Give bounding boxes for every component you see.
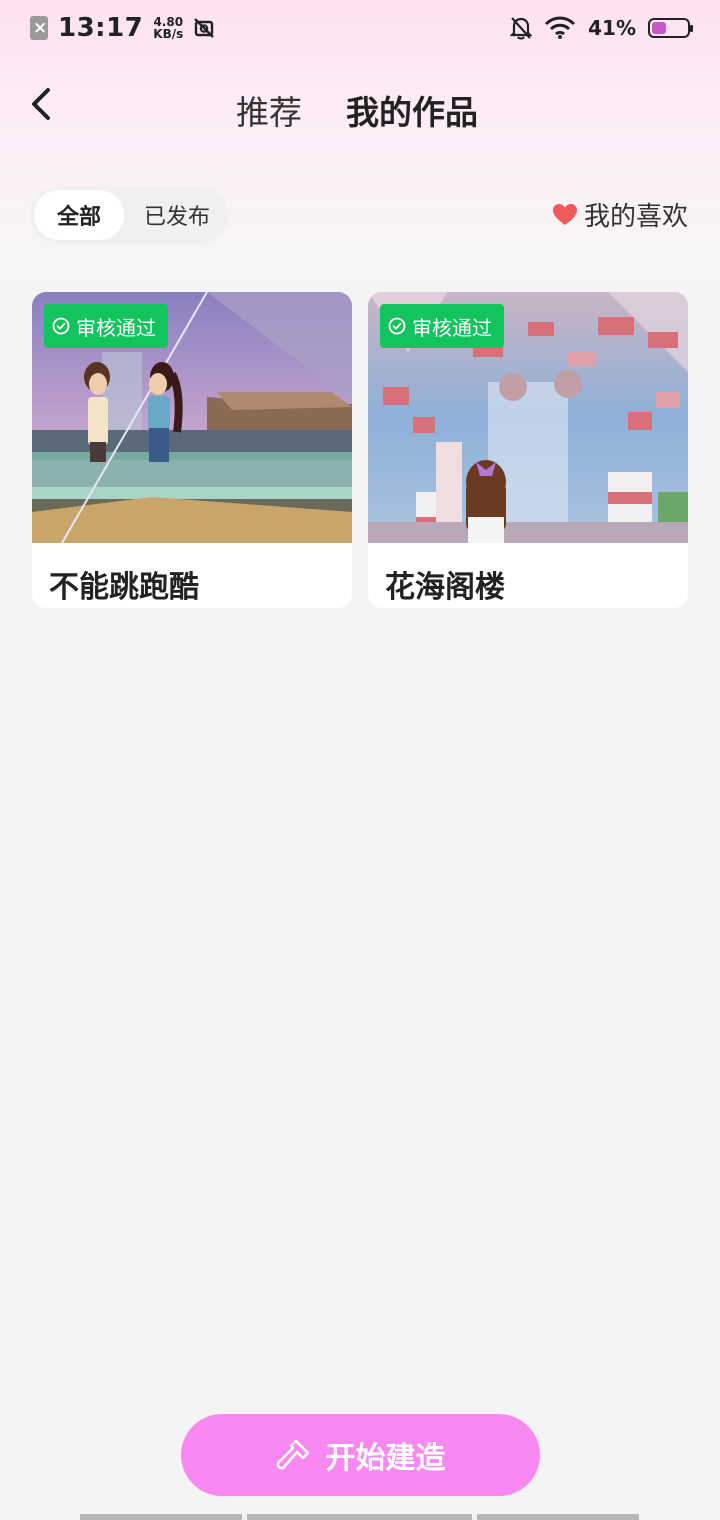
heart-icon — [552, 203, 577, 225]
work-card[interactable]: 审核通过 花海阁楼 — [368, 292, 688, 608]
network-speed: 4.80 KB/s — [153, 16, 183, 40]
back-button[interactable] — [26, 82, 66, 128]
work-card[interactable]: 审核通过 不能跳跑酷 — [32, 292, 352, 608]
screenshot-icon — [194, 18, 215, 38]
work-title: 花海阁楼 — [385, 570, 505, 605]
filter-all-button[interactable]: 全部 — [34, 190, 124, 240]
start-building-button[interactable]: 开始建造 — [181, 1414, 540, 1496]
nav-bar-segment — [477, 1514, 639, 1520]
approval-status-badge: 审核通过 — [44, 304, 168, 348]
chevron-left-icon — [32, 88, 50, 120]
filter-segment: 全部 已发布 — [30, 186, 228, 244]
status-time: 13:17 — [58, 13, 144, 43]
work-thumbnail: 审核通过 — [32, 292, 352, 543]
approval-status-label: 审核通过 — [76, 315, 156, 340]
filter-published-button[interactable]: 已发布 — [132, 190, 222, 240]
approval-status-label: 审核通过 — [412, 315, 492, 340]
network-speed-unit: KB/s — [153, 27, 184, 41]
status-bar: 13:17 4.80 KB/s 41% — [0, 0, 720, 56]
my-favorites-button[interactable]: 我的喜欢 — [552, 196, 688, 233]
battery-percent: 41% — [588, 16, 636, 40]
approval-status-badge: 审核通过 — [380, 304, 504, 348]
notifications-off-icon — [510, 17, 533, 40]
check-circle-icon — [52, 317, 70, 335]
work-thumbnail: 审核通过 — [368, 292, 688, 543]
start-building-label: 开始建造 — [325, 1441, 446, 1476]
check-circle-icon — [388, 317, 406, 335]
top-nav: 推荐 我的作品 — [0, 72, 720, 142]
sim-off-icon — [30, 16, 48, 40]
tab-recommend[interactable]: 推荐 — [236, 86, 302, 134]
battery-icon — [648, 18, 693, 38]
work-title: 不能跳跑酷 — [49, 570, 199, 605]
hammer-icon — [276, 1439, 309, 1470]
battery-level — [652, 22, 666, 34]
my-favorites-label: 我的喜欢 — [583, 202, 688, 232]
wifi-icon — [545, 16, 576, 39]
tab-my-works[interactable]: 我的作品 — [346, 86, 478, 134]
nav-bar-segment — [247, 1514, 472, 1520]
nav-bar-segment — [80, 1514, 242, 1520]
